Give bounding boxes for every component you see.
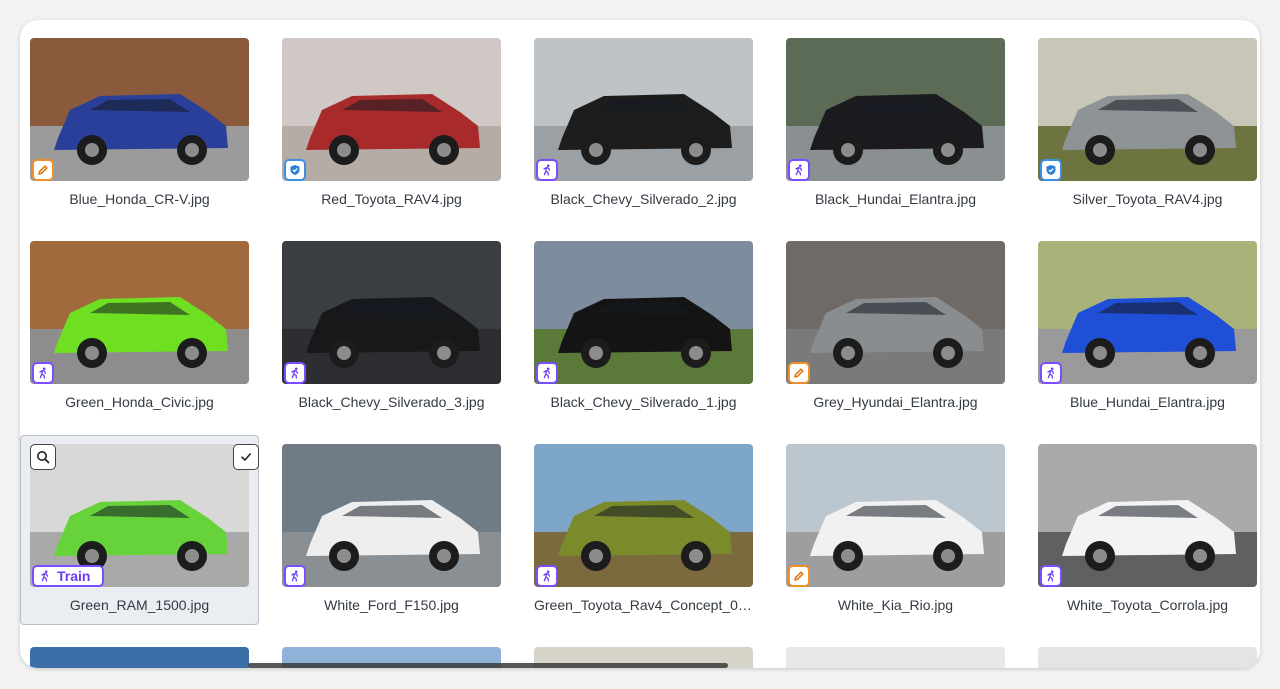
run-icon bbox=[541, 367, 553, 379]
status-badge[interactable] bbox=[788, 159, 810, 181]
thumbnail-image[interactable] bbox=[786, 241, 1005, 384]
grid-item[interactable]: Train Green_RAM_1500.jpg bbox=[20, 435, 259, 626]
grid-item[interactable]: Grey_Hyundai_Elantra.jpg bbox=[786, 241, 1005, 423]
check-icon bbox=[239, 450, 253, 464]
thumbnail-image[interactable] bbox=[30, 241, 249, 384]
status-badge[interactable]: Train bbox=[32, 565, 104, 587]
thumbnail-image[interactable] bbox=[282, 38, 501, 181]
grid-item[interactable]: White_Ford_F150.jpg bbox=[282, 444, 501, 626]
grid-item[interactable]: Black_Chevy_Silverado_3.jpg bbox=[282, 241, 501, 423]
file-name: Blue_Honda_CR-V.jpg bbox=[69, 191, 210, 207]
grid-item[interactable]: Black_Chevy_Silverado_1.jpg bbox=[534, 241, 753, 423]
pencil-icon bbox=[793, 367, 805, 379]
shield-icon bbox=[1045, 164, 1057, 176]
thumbnail-image[interactable] bbox=[282, 444, 501, 587]
status-badge[interactable] bbox=[284, 159, 306, 181]
thumbnail-image[interactable] bbox=[786, 647, 1005, 668]
grid-item[interactable]: Red_Toyota_RAV4.jpg bbox=[282, 38, 501, 220]
file-name: Black_Chevy_Silverado_3.jpg bbox=[298, 394, 485, 410]
grid-item[interactable]: Black_Chevy_Silverado_2.jpg bbox=[534, 38, 753, 220]
image-grid: Blue_Honda_CR-V.jpg Red_Toyota_RAV4.jpg Bl… bbox=[20, 38, 1257, 626]
thumbnail-image[interactable] bbox=[1038, 647, 1257, 668]
status-badge[interactable] bbox=[536, 565, 558, 587]
run-icon bbox=[39, 570, 51, 582]
file-name: Green_Toyota_Rav4_Concept_02... bbox=[534, 597, 753, 613]
file-name: Green_RAM_1500.jpg bbox=[69, 597, 210, 613]
thumbnail-image[interactable] bbox=[534, 444, 753, 587]
status-badge[interactable] bbox=[1040, 159, 1062, 181]
file-name: Blue_Hundai_Elantra.jpg bbox=[1070, 394, 1225, 410]
status-badge[interactable] bbox=[1040, 362, 1062, 384]
pencil-icon bbox=[793, 570, 805, 582]
run-icon bbox=[289, 570, 301, 582]
status-badge[interactable] bbox=[32, 159, 54, 181]
gallery-window: Blue_Honda_CR-V.jpg Red_Toyota_RAV4.jpg Bl… bbox=[20, 20, 1260, 668]
badge-label: Train bbox=[57, 568, 91, 584]
horizontal-scrollbar[interactable] bbox=[248, 663, 728, 668]
thumbnail-image[interactable] bbox=[1038, 38, 1257, 181]
grid-item[interactable]: Black_Hundai_Elantra.jpg bbox=[786, 38, 1005, 220]
thumbnail-image[interactable] bbox=[786, 444, 1005, 587]
thumbnail-image[interactable] bbox=[282, 241, 501, 384]
file-name: Grey_Hyundai_Elantra.jpg bbox=[813, 394, 978, 410]
file-name: Green_Honda_Civic.jpg bbox=[65, 394, 214, 410]
file-name: Red_Toyota_RAV4.jpg bbox=[321, 191, 462, 207]
zoom-button[interactable] bbox=[30, 444, 56, 470]
thumbnail-image[interactable] bbox=[1038, 241, 1257, 384]
file-name: Silver_Toyota_RAV4.jpg bbox=[1072, 191, 1223, 207]
status-badge[interactable] bbox=[788, 565, 810, 587]
grid-item[interactable]: Green_Honda_Civic.jpg bbox=[30, 241, 249, 423]
pencil-icon bbox=[37, 164, 49, 176]
file-name: Black_Chevy_Silverado_2.jpg bbox=[550, 191, 737, 207]
search-icon bbox=[36, 450, 50, 464]
grid-item[interactable]: Blue_Honda_CR-V.jpg bbox=[30, 38, 249, 220]
grid-item[interactable]: White_Kia_Rio.jpg bbox=[786, 444, 1005, 626]
select-checkbox[interactable] bbox=[233, 444, 259, 470]
file-name: White_Kia_Rio.jpg bbox=[837, 597, 954, 613]
file-name: Black_Chevy_Silverado_1.jpg bbox=[550, 394, 737, 410]
grid-item[interactable]: Blue_Hundai_Elantra.jpg bbox=[1038, 241, 1257, 423]
status-badge[interactable] bbox=[788, 362, 810, 384]
status-badge[interactable] bbox=[284, 362, 306, 384]
status-badge[interactable] bbox=[536, 362, 558, 384]
run-icon bbox=[1045, 570, 1057, 582]
thumbnail-image[interactable] bbox=[30, 647, 249, 668]
thumbnail-image[interactable] bbox=[534, 38, 753, 181]
run-icon bbox=[289, 367, 301, 379]
shield-icon bbox=[289, 164, 301, 176]
status-badge[interactable] bbox=[536, 159, 558, 181]
file-name: White_Toyota_Corrola.jpg bbox=[1066, 597, 1229, 613]
file-name: White_Ford_F150.jpg bbox=[324, 597, 459, 613]
run-icon bbox=[793, 164, 805, 176]
grid-item[interactable]: Green_Toyota_Rav4_Concept_02... bbox=[534, 444, 753, 626]
thumbnail-image[interactable] bbox=[534, 241, 753, 384]
run-icon bbox=[541, 164, 553, 176]
thumbnail-image[interactable] bbox=[1038, 444, 1257, 587]
grid-item[interactable]: Silver_Toyota_RAV4.jpg bbox=[1038, 38, 1257, 220]
grid-item[interactable]: White_Toyota_Corrola.jpg bbox=[1038, 444, 1257, 626]
status-badge[interactable] bbox=[1040, 565, 1062, 587]
status-badge[interactable] bbox=[32, 362, 54, 384]
thumbnail-image[interactable] bbox=[30, 38, 249, 181]
status-badge[interactable] bbox=[284, 565, 306, 587]
run-icon bbox=[37, 367, 49, 379]
thumbnail-image[interactable] bbox=[786, 38, 1005, 181]
file-name: Black_Hundai_Elantra.jpg bbox=[814, 191, 977, 207]
run-icon bbox=[1045, 367, 1057, 379]
run-icon bbox=[541, 570, 553, 582]
